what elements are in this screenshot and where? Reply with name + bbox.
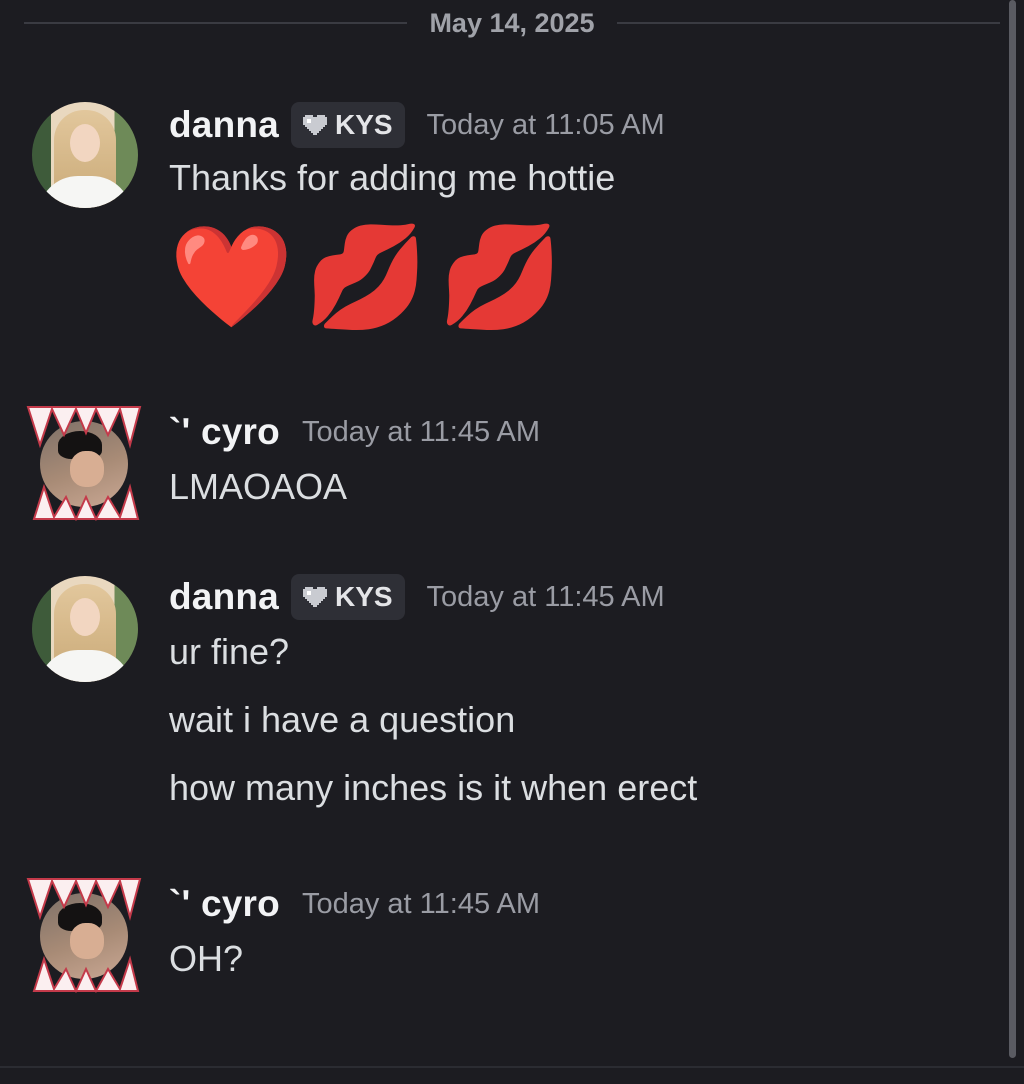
message-text: how many inches is it when erect	[169, 767, 698, 808]
username[interactable]: `' cyro	[169, 883, 280, 925]
message-text: LMAOAOA	[169, 466, 348, 507]
date-divider: May 14, 2025	[24, 0, 1000, 46]
message-group: danna KYS Today at 11:45 AM ur fine? wai…	[0, 572, 994, 822]
fangs-frame-icon	[26, 406, 142, 521]
message-text: OH?	[169, 938, 244, 979]
pixel-heart-icon	[302, 115, 327, 135]
red-heart-emoji: ❤️	[169, 221, 294, 333]
avatar[interactable]	[32, 102, 138, 208]
username[interactable]: `' cyro	[169, 411, 280, 453]
avatar[interactable]	[26, 877, 142, 993]
kiss-mark-emoji: 💋	[303, 221, 429, 333]
message-text: wait i have a question	[169, 699, 516, 740]
message-text: ur fine?	[169, 631, 290, 672]
pixel-heart-icon	[302, 587, 327, 607]
message-timestamp: Today at 11:45 AM	[301, 887, 541, 920]
avatar[interactable]	[32, 576, 138, 682]
message-timestamp: Today at 11:45 AM	[301, 415, 541, 448]
divider-line-left	[24, 22, 408, 24]
username[interactable]: danna	[169, 576, 279, 618]
kiss-mark-emoji: 💋	[438, 221, 563, 333]
divider-line-right	[616, 22, 1000, 24]
avatar[interactable]	[26, 405, 142, 521]
message-group: `' cyro Today at 11:45 AM OH?	[0, 877, 994, 997]
message-timestamp: Today at 11:45 AM	[426, 580, 665, 613]
emoji-row: ❤️ 💋 💋	[169, 212, 665, 342]
user-tag[interactable]: KYS	[290, 102, 405, 148]
scrollbar[interactable]	[1009, 0, 1016, 1058]
user-tag-label: KYS	[334, 109, 393, 140]
fangs-frame-icon	[26, 878, 142, 993]
composer-divider	[0, 1066, 1024, 1068]
chat-view: May 14, 2025 danna KYS Today at 11:05 AM…	[0, 0, 1024, 1084]
message-group: `' cyro Today at 11:45 AM LMAOAOA	[0, 405, 994, 525]
user-tag-label: KYS	[334, 581, 393, 612]
user-tag[interactable]: KYS	[290, 574, 405, 620]
divider-date: May 14, 2025	[429, 7, 595, 38]
message-timestamp: Today at 11:05 AM	[426, 108, 665, 141]
message-group: danna KYS Today at 11:05 AM Thanks for a…	[0, 100, 994, 350]
username[interactable]: danna	[169, 104, 279, 146]
message-text: Thanks for adding me hottie	[169, 157, 616, 198]
